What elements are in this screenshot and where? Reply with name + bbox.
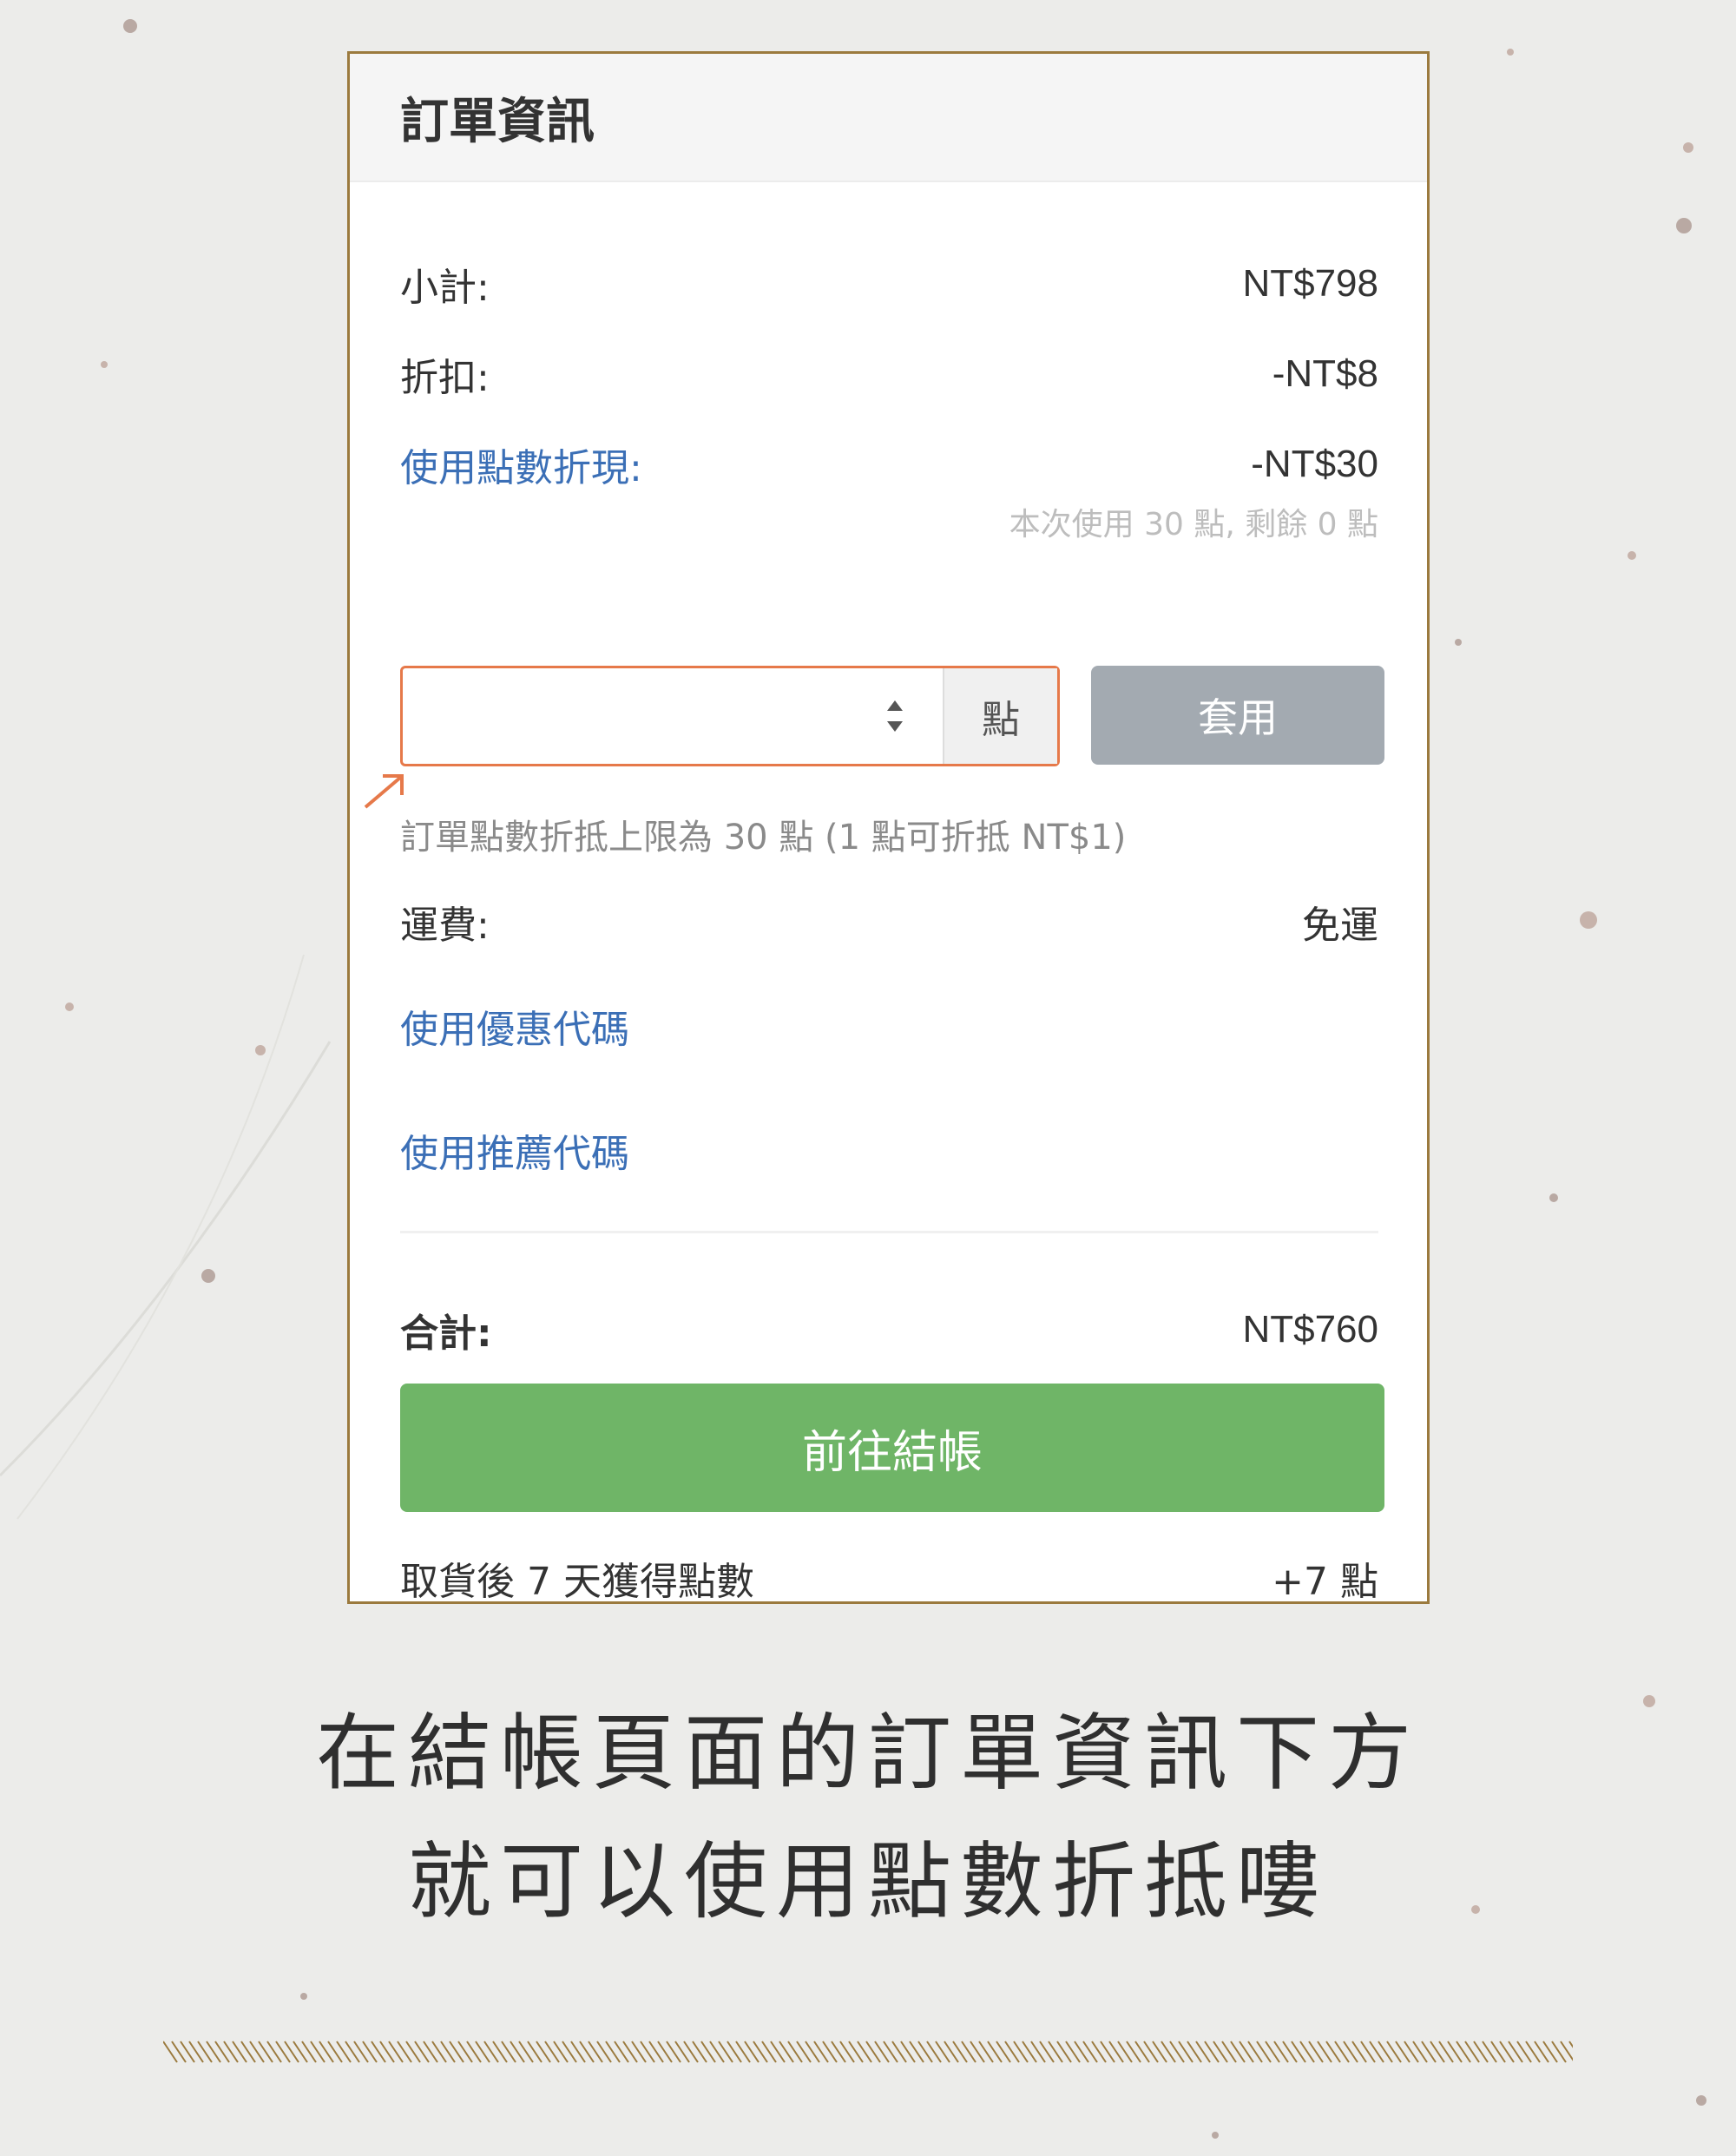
checkout-button[interactable]: 前往結帳 xyxy=(400,1384,1384,1512)
subtotal-value: NT$798 xyxy=(1242,262,1378,305)
points-input-group: 點 xyxy=(400,666,1060,766)
divider xyxy=(400,1231,1378,1233)
coupon-code-link[interactable]: 使用優惠代碼 xyxy=(400,998,629,1054)
subtotal-label: 小計: xyxy=(400,266,490,310)
shipping-value: 免運 xyxy=(1302,904,1378,948)
referral-row: 使用推薦代碼 xyxy=(400,1122,1378,1178)
earn-points-label: 取貨後 7 天獲得點數 xyxy=(400,1560,754,1604)
apply-points-button[interactable]: 套用 xyxy=(1091,666,1384,765)
caption-line-2: 就可以使用點數折抵嘍 xyxy=(408,1833,1328,1930)
earn-points-row: 取貨後 7 天獲得點數 +7 點 xyxy=(400,1550,1378,1606)
subtotal-row: 小計: NT$798 xyxy=(400,256,1378,312)
shipping-label: 運費: xyxy=(400,904,490,948)
earn-points-value: +7 點 xyxy=(1272,1560,1378,1604)
points-row: 使用點數折現: -NT$30 xyxy=(400,437,1378,492)
total-value: NT$760 xyxy=(1242,1308,1378,1351)
use-points-link[interactable]: 使用點數折現: xyxy=(400,437,642,492)
order-info-header: 訂單資訊 xyxy=(350,54,1427,182)
discount-label: 折扣: xyxy=(400,356,490,400)
coupon-row: 使用優惠代碼 xyxy=(400,998,1378,1054)
points-input[interactable] xyxy=(403,668,943,764)
decorative-hatch-divider xyxy=(163,2041,1573,2063)
number-spinner-icon[interactable] xyxy=(882,692,908,740)
order-info-card: 訂單資訊 小計: NT$798 折扣: -NT$8 使用點數折現: -NT$30… xyxy=(347,51,1430,1604)
order-info-title: 訂單資訊 xyxy=(400,93,595,150)
annotation-arrow-icon xyxy=(364,774,404,809)
points-unit-addon: 點 xyxy=(943,668,1057,764)
discount-row: 折扣: -NT$8 xyxy=(400,346,1378,402)
caption-line-1: 在結帳頁面的訂單資訊下方 xyxy=(316,1705,1420,1802)
points-usage-note: 本次使用 30 點, 剩餘 0 點 xyxy=(1009,507,1378,542)
total-row: 合計: NT$760 xyxy=(400,1302,1378,1357)
points-discount-value: -NT$30 xyxy=(1251,443,1378,485)
points-limit-hint: 訂單點數折抵上限為 30 點 (1 點可折抵 NT$1) xyxy=(400,818,1127,858)
points-input-wrapper xyxy=(403,668,943,764)
shipping-row: 運費: 免運 xyxy=(400,894,1378,950)
total-label: 合計: xyxy=(400,1311,492,1356)
referral-code-link[interactable]: 使用推薦代碼 xyxy=(400,1122,629,1178)
discount-value: -NT$8 xyxy=(1272,352,1378,395)
